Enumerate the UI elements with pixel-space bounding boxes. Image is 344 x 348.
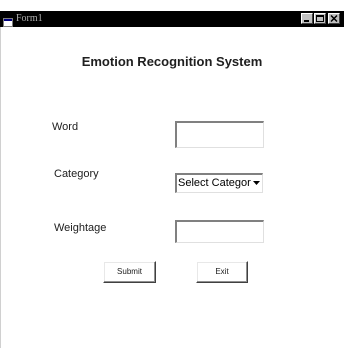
maximize-button[interactable]	[314, 13, 326, 24]
maximize-icon	[316, 15, 324, 22]
category-select[interactable]: Select Category	[175, 173, 263, 193]
exit-button[interactable]: Exit	[196, 261, 248, 283]
weightage-input[interactable]	[175, 220, 264, 243]
chevron-down-icon	[253, 181, 260, 185]
minimize-button[interactable]	[301, 13, 313, 24]
submit-button[interactable]: Submit	[103, 261, 156, 283]
window-title: Form1	[16, 13, 43, 24]
form-client-area	[0, 27, 344, 348]
app-window-icon	[3, 14, 13, 27]
category-dropdown-button[interactable]	[251, 175, 262, 192]
title-bar[interactable]: Form1	[0, 11, 344, 27]
word-label: Word	[52, 121, 79, 133]
form-window: Form1 Emotion Recognition System Word Ca…	[0, 0, 344, 348]
word-input[interactable]	[175, 121, 264, 148]
close-icon	[330, 14, 338, 23]
category-label: Category	[54, 168, 99, 180]
page-title: Emotion Recognition System	[81, 54, 263, 69]
close-button[interactable]	[328, 13, 340, 24]
weightage-label: Weightage	[54, 222, 107, 234]
minimize-icon	[304, 20, 309, 22]
category-selected-value: Select Category	[178, 177, 257, 189]
